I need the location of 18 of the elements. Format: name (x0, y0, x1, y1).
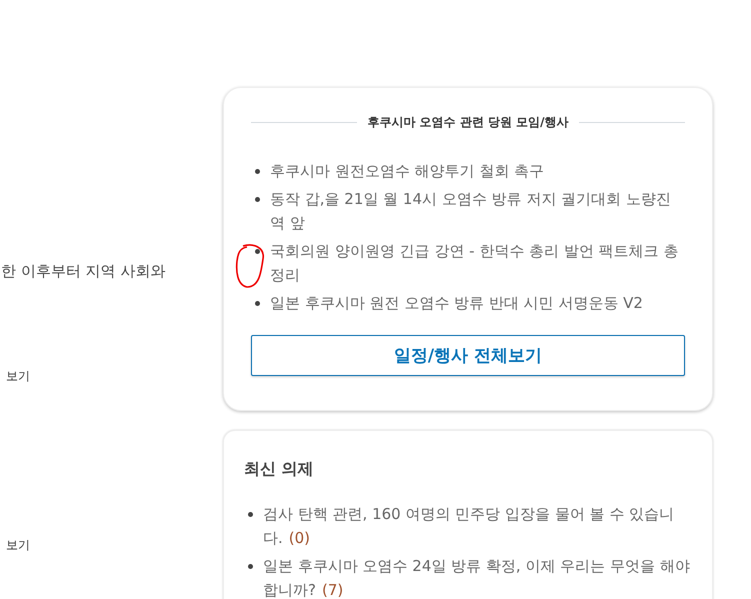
event-link[interactable]: 국회의원 양이원영 긴급 강연 - 한덕수 총리 발언 팩트체크 총정리 (270, 239, 685, 287)
agenda-link[interactable]: 일본 후쿠시마 오염수 24일 방류 확정, 이제 우리는 무엇을 해야 합니까? (7) (263, 554, 692, 599)
view-link[interactable]: 보기 (6, 537, 30, 554)
event-link[interactable]: 후쿠시마 원전오염수 해양투기 철회 촉구 (270, 159, 544, 183)
bullet-icon (255, 197, 260, 202)
bullet-icon (248, 564, 253, 569)
bullet-icon (248, 512, 253, 517)
bullet-icon (255, 169, 260, 174)
bullet-icon (255, 249, 260, 254)
view-link[interactable]: 보기 (6, 368, 30, 385)
agenda-link[interactable]: 검사 탄핵 관련, 160 여명의 민주당 입장을 물어 볼 수 있습니다. (0) (263, 502, 692, 550)
view-all-button[interactable]: 일정/행사 전체보기 (251, 335, 685, 376)
card-title: 최신 의제 (244, 459, 315, 480)
bullet-icon (255, 301, 260, 306)
event-link[interactable]: 동작 갑,을 21일 월 14시 오염수 방류 저지 궐기대회 노량진역 앞 (270, 187, 685, 235)
paragraph-text: 한 이후부터 지역 사회와 (1, 262, 166, 281)
event-link[interactable]: 일본 후쿠시마 원전 오염수 방류 반대 시민 서명운동 V2 (270, 291, 643, 315)
card-title: 후쿠시마 오염수 관련 당원 모임/행사 (367, 114, 569, 131)
